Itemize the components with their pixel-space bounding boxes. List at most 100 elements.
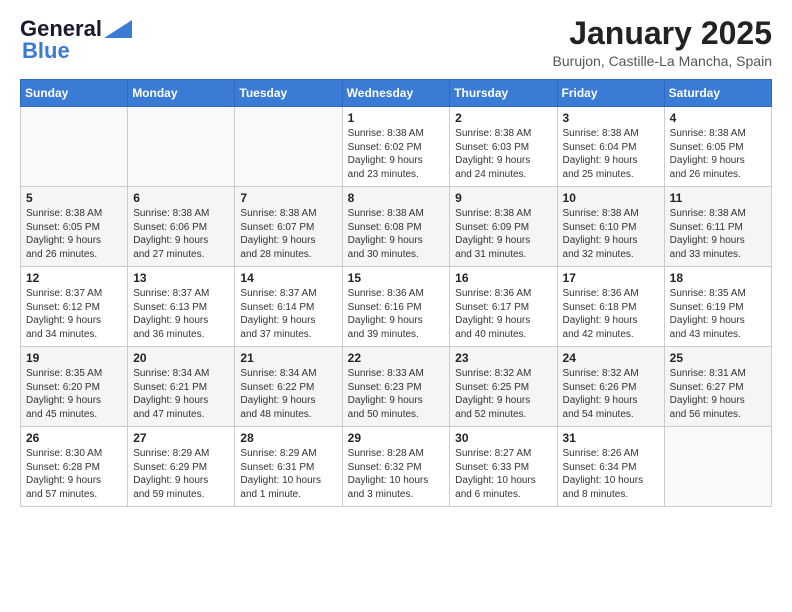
day-info: Sunrise: 8:28 AM Sunset: 6:32 PM Dayligh…	[348, 447, 445, 501]
day-info: Sunrise: 8:38 AM Sunset: 6:07 PM Dayligh…	[240, 207, 336, 261]
day-number: 20	[133, 351, 229, 365]
day-number: 25	[670, 351, 766, 365]
calendar-cell: 14 Sunrise: 8:37 AM Sunset: 6:14 PM Dayli…	[235, 267, 342, 347]
day-number: 15	[348, 271, 445, 285]
logo-icon	[104, 20, 132, 38]
calendar-cell: 7Sunrise: 8:38 AM Sunset: 6:07 PM Daylig…	[235, 187, 342, 267]
day-info: Sunrise: 8:38 AM Sunset: 6:08 PM Dayligh…	[348, 207, 445, 261]
day-info: Sunrise: 8:32 AM Sunset: 6:25 PM Dayligh…	[455, 367, 551, 421]
day-number: 4	[670, 111, 766, 125]
day-number: 17	[563, 271, 659, 285]
day-info: Sunrise: 8:37 AM Sunset: 6:14 PM Dayligh…	[240, 287, 336, 341]
day-info: Sunrise: 8:34 AM Sunset: 6:22 PM Dayligh…	[240, 367, 336, 421]
calendar-cell: 27 Sunrise: 8:29 AM Sunset: 6:29 PM Dayli…	[128, 427, 235, 507]
day-number: 28	[240, 431, 336, 445]
day-info: Sunrise: 8:38 AM Sunset: 6:02 PM Dayligh…	[348, 127, 445, 181]
day-info: Sunrise: 8:38 AM Sunset: 6:10 PM Dayligh…	[563, 207, 659, 261]
header: General Blue January 2025 Burujon, Casti…	[20, 16, 772, 69]
day-info: Sunrise: 8:37 AM Sunset: 6:12 PM Dayligh…	[26, 287, 122, 341]
calendar-cell: 20Sunrise: 8:34 AM Sunset: 6:21 PM Dayli…	[128, 347, 235, 427]
day-info: Sunrise: 8:32 AM Sunset: 6:26 PM Dayligh…	[563, 367, 659, 421]
day-number: 18	[670, 271, 766, 285]
calendar-cell: 3Sunrise: 8:38 AM Sunset: 6:04 PM Daylig…	[557, 107, 664, 187]
col-saturday: Saturday	[664, 80, 771, 107]
calendar-cell: 17 Sunrise: 8:36 AM Sunset: 6:18 PM Dayli…	[557, 267, 664, 347]
calendar-cell	[128, 107, 235, 187]
col-tuesday: Tuesday	[235, 80, 342, 107]
calendar-cell: 31Sunrise: 8:26 AM Sunset: 6:34 PM Dayli…	[557, 427, 664, 507]
day-number: 31	[563, 431, 659, 445]
calendar-cell: 2Sunrise: 8:38 AM Sunset: 6:03 PM Daylig…	[450, 107, 557, 187]
calendar-cell: 21 Sunrise: 8:34 AM Sunset: 6:22 PM Dayli…	[235, 347, 342, 427]
calendar-cell: 10 Sunrise: 8:38 AM Sunset: 6:10 PM Dayli…	[557, 187, 664, 267]
day-info: Sunrise: 8:38 AM Sunset: 6:05 PM Dayligh…	[670, 127, 766, 181]
day-info: Sunrise: 8:30 AM Sunset: 6:28 PM Dayligh…	[26, 447, 122, 501]
day-number: 11	[670, 191, 766, 205]
calendar-cell: 5 Sunrise: 8:38 AM Sunset: 6:05 PM Daylig…	[21, 187, 128, 267]
day-number: 1	[348, 111, 445, 125]
col-sunday: Sunday	[21, 80, 128, 107]
col-thursday: Thursday	[450, 80, 557, 107]
location-subtitle: Burujon, Castille-La Mancha, Spain	[553, 53, 772, 69]
col-monday: Monday	[128, 80, 235, 107]
calendar-cell: 15 Sunrise: 8:36 AM Sunset: 6:16 PM Dayli…	[342, 267, 450, 347]
day-number: 13	[133, 271, 229, 285]
calendar-cell: 8 Sunrise: 8:38 AM Sunset: 6:08 PM Daylig…	[342, 187, 450, 267]
day-number: 19	[26, 351, 122, 365]
month-title: January 2025	[553, 16, 772, 51]
calendar-cell: 19 Sunrise: 8:35 AM Sunset: 6:20 PM Dayli…	[21, 347, 128, 427]
calendar-cell: 23 Sunrise: 8:32 AM Sunset: 6:25 PM Dayli…	[450, 347, 557, 427]
calendar-cell: 30 Sunrise: 8:27 AM Sunset: 6:33 PM Dayli…	[450, 427, 557, 507]
logo-blue-text: Blue	[22, 38, 70, 64]
day-number: 10	[563, 191, 659, 205]
day-info: Sunrise: 8:38 AM Sunset: 6:05 PM Dayligh…	[26, 207, 122, 261]
day-number: 16	[455, 271, 551, 285]
day-number: 29	[348, 431, 445, 445]
calendar-cell: 29 Sunrise: 8:28 AM Sunset: 6:32 PM Dayli…	[342, 427, 450, 507]
day-number: 22	[348, 351, 445, 365]
calendar-cell: 11 Sunrise: 8:38 AM Sunset: 6:11 PM Dayli…	[664, 187, 771, 267]
calendar-cell: 12Sunrise: 8:37 AM Sunset: 6:12 PM Dayli…	[21, 267, 128, 347]
day-info: Sunrise: 8:38 AM Sunset: 6:04 PM Dayligh…	[563, 127, 659, 181]
day-info: Sunrise: 8:36 AM Sunset: 6:16 PM Dayligh…	[348, 287, 445, 341]
day-info: Sunrise: 8:29 AM Sunset: 6:31 PM Dayligh…	[240, 447, 336, 501]
day-number: 5	[26, 191, 122, 205]
day-number: 6	[133, 191, 229, 205]
day-number: 23	[455, 351, 551, 365]
day-number: 30	[455, 431, 551, 445]
day-info: Sunrise: 8:35 AM Sunset: 6:19 PM Dayligh…	[670, 287, 766, 341]
col-wednesday: Wednesday	[342, 80, 450, 107]
day-number: 14	[240, 271, 336, 285]
calendar-cell: 22 Sunrise: 8:33 AM Sunset: 6:23 PM Dayli…	[342, 347, 450, 427]
calendar-cell: 24 Sunrise: 8:32 AM Sunset: 6:26 PM Dayli…	[557, 347, 664, 427]
col-friday: Friday	[557, 80, 664, 107]
day-info: Sunrise: 8:37 AM Sunset: 6:13 PM Dayligh…	[133, 287, 229, 341]
day-number: 27	[133, 431, 229, 445]
calendar-cell: 13 Sunrise: 8:37 AM Sunset: 6:13 PM Dayli…	[128, 267, 235, 347]
calendar-cell: 25 Sunrise: 8:31 AM Sunset: 6:27 PM Dayli…	[664, 347, 771, 427]
calendar-cell: 4 Sunrise: 8:38 AM Sunset: 6:05 PM Daylig…	[664, 107, 771, 187]
page: General Blue January 2025 Burujon, Casti…	[0, 0, 792, 527]
day-info: Sunrise: 8:35 AM Sunset: 6:20 PM Dayligh…	[26, 367, 122, 421]
day-info: Sunrise: 8:36 AM Sunset: 6:18 PM Dayligh…	[563, 287, 659, 341]
day-info: Sunrise: 8:29 AM Sunset: 6:29 PM Dayligh…	[133, 447, 229, 501]
calendar-cell	[235, 107, 342, 187]
day-info: Sunrise: 8:27 AM Sunset: 6:33 PM Dayligh…	[455, 447, 551, 501]
day-number: 24	[563, 351, 659, 365]
calendar-cell: 1 Sunrise: 8:38 AM Sunset: 6:02 PM Daylig…	[342, 107, 450, 187]
day-info: Sunrise: 8:38 AM Sunset: 6:11 PM Dayligh…	[670, 207, 766, 261]
calendar-cell: 28 Sunrise: 8:29 AM Sunset: 6:31 PM Dayli…	[235, 427, 342, 507]
calendar-cell: 16Sunrise: 8:36 AM Sunset: 6:17 PM Dayli…	[450, 267, 557, 347]
calendar-cell: 26 Sunrise: 8:30 AM Sunset: 6:28 PM Dayli…	[21, 427, 128, 507]
calendar-table: Sunday Monday Tuesday Wednesday Thursday…	[20, 79, 772, 507]
calendar-cell: 18 Sunrise: 8:35 AM Sunset: 6:19 PM Dayli…	[664, 267, 771, 347]
day-info: Sunrise: 8:31 AM Sunset: 6:27 PM Dayligh…	[670, 367, 766, 421]
calendar-cell	[664, 427, 771, 507]
day-number: 21	[240, 351, 336, 365]
day-number: 26	[26, 431, 122, 445]
day-number: 2	[455, 111, 551, 125]
day-info: Sunrise: 8:33 AM Sunset: 6:23 PM Dayligh…	[348, 367, 445, 421]
title-block: January 2025 Burujon, Castille-La Mancha…	[553, 16, 772, 69]
day-number: 8	[348, 191, 445, 205]
calendar-cell: 9Sunrise: 8:38 AM Sunset: 6:09 PM Daylig…	[450, 187, 557, 267]
